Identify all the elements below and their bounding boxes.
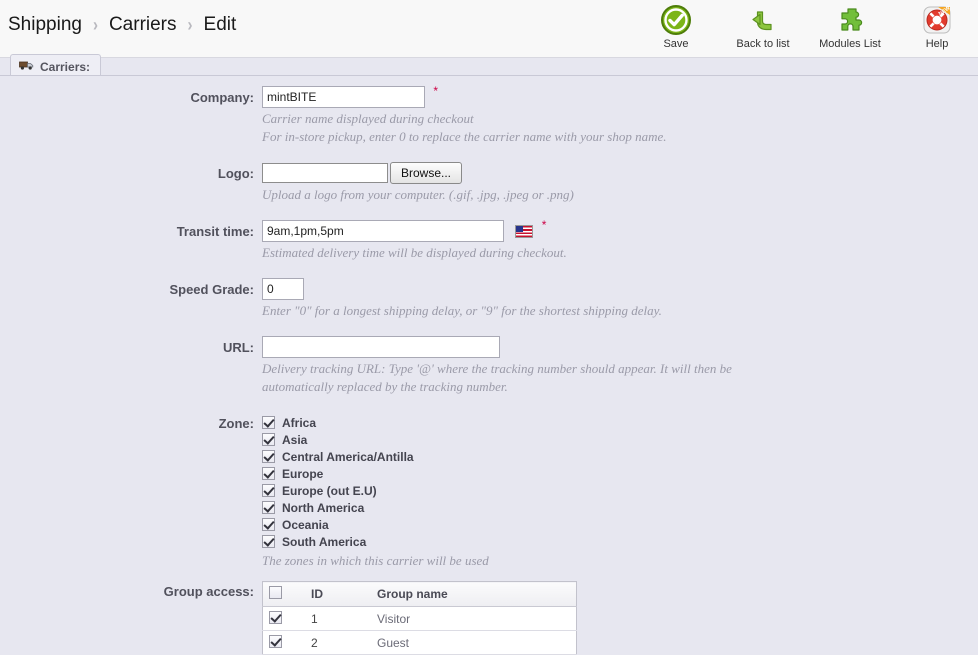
zone-label-oceania: Oceania — [282, 517, 329, 532]
tab-strip: Carriers: — [0, 54, 978, 76]
truck-icon — [19, 60, 34, 74]
group-row-checkbox-cell — [262, 606, 305, 631]
field-row-speed-grade: Speed Grade: Enter "0" for a longest shi… — [0, 278, 978, 318]
breadcrumb-item-carriers[interactable]: Carriers — [109, 14, 177, 36]
breadcrumb-item-edit: Edit — [203, 14, 237, 35]
speed-grade-input[interactable] — [262, 278, 304, 300]
zone-label-europe-out-eu: Europe (out E.U) — [282, 483, 377, 498]
logo-label: Logo: — [217, 166, 254, 181]
group-access-select-all-header — [262, 581, 305, 607]
zone-item-central-america-antilla[interactable]: Central America/Antilla — [262, 448, 978, 465]
zone-item-europe[interactable]: Europe — [262, 465, 978, 482]
group-row-checkbox-cell — [262, 630, 305, 655]
zone-checkbox-europe-out-eu[interactable] — [262, 484, 275, 497]
field-row-transit-time: Transit time: * Estimated delivery time … — [0, 218, 978, 260]
logo-hint: Upload a logo from your computer. (.gif,… — [262, 187, 574, 202]
field-row-zone: Zone: Africa Asia Central America/Antill… — [0, 412, 978, 569]
table-header-row: ID Group name — [262, 581, 577, 607]
transit-time-required-marker: * — [541, 218, 547, 232]
logo-filename-input[interactable] — [262, 163, 388, 183]
carrier-edit-form: Company: * Carrier name displayed during… — [0, 76, 978, 655]
transit-time-label: Transit time: — [176, 224, 254, 239]
save-button[interactable]: Save — [643, 3, 709, 51]
toolbar: Save Back to list Modules List NEW Help — [643, 3, 970, 51]
company-input[interactable] — [262, 86, 425, 108]
transit-time-hint: Estimated delivery time will be displaye… — [262, 245, 567, 260]
group-access-column-id: ID — [305, 581, 371, 607]
table-row[interactable]: 1 Visitor — [262, 606, 577, 631]
tab-carriers[interactable]: Carriers: — [10, 54, 102, 76]
group-access-column-name: Group name — [371, 581, 577, 607]
field-row-logo: Logo: Browse... Upload a logo from your … — [0, 162, 978, 202]
url-hint-2: automatically replaced by the tracking n… — [262, 379, 508, 394]
back-to-list-button-label: Back to list — [736, 38, 790, 50]
group-row-id: 1 — [305, 606, 371, 631]
logo-browse-button[interactable]: Browse... — [390, 162, 463, 184]
zone-item-europe-out-eu[interactable]: Europe (out E.U) — [262, 482, 978, 499]
group-row-id: 2 — [305, 630, 371, 655]
check-circle-icon — [643, 3, 709, 37]
group-row-name: Guest — [371, 630, 577, 655]
transit-time-input[interactable] — [262, 220, 504, 242]
help-button[interactable]: NEW Help — [904, 3, 970, 51]
zone-checkbox-list: Africa Asia Central America/Antilla Euro… — [262, 414, 978, 550]
company-required-marker: * — [433, 84, 439, 98]
field-row-group-access: Group access: ID Group name 1 Visitor 2 … — [0, 580, 978, 655]
logo-file-input[interactable]: Browse... — [262, 162, 978, 184]
group-row-checkbox-visitor[interactable] — [269, 610, 282, 624]
zone-item-africa[interactable]: Africa — [262, 414, 978, 431]
zone-item-north-america[interactable]: North America — [262, 499, 978, 516]
company-hint-2: For in-store pickup, enter 0 to replace … — [262, 129, 667, 144]
group-row-checkbox-guest[interactable] — [269, 634, 282, 648]
speed-grade-label: Speed Grade: — [169, 282, 254, 297]
modules-list-button-label: Modules List — [819, 38, 881, 50]
zone-checkbox-asia[interactable] — [262, 433, 275, 446]
zone-checkbox-africa[interactable] — [262, 416, 275, 429]
company-label: Company: — [190, 90, 254, 105]
zone-label: Zone: — [218, 416, 254, 431]
breadcrumb: Shipping › Carriers › Edit — [8, 14, 236, 36]
tab-carriers-label: Carriers: — [40, 60, 91, 74]
zone-checkbox-central-america-antilla[interactable] — [262, 450, 275, 463]
modules-list-button[interactable]: Modules List — [817, 3, 883, 51]
zone-label-south-america: South America — [282, 534, 367, 549]
save-button-label: Save — [663, 38, 689, 50]
zone-checkbox-south-america[interactable] — [262, 535, 275, 548]
zone-label-central-america-antilla: Central America/Antilla — [282, 449, 414, 464]
speed-grade-hint: Enter "0" for a longest shipping delay, … — [262, 303, 662, 318]
zone-checkbox-oceania[interactable] — [262, 518, 275, 531]
zone-checkbox-north-america[interactable] — [262, 501, 275, 514]
breadcrumb-separator-icon: › — [92, 14, 98, 36]
company-hint-1: Carrier name displayed during checkout — [262, 111, 474, 126]
back-to-list-button[interactable]: Back to list — [730, 3, 796, 51]
group-row-name: Visitor — [371, 606, 577, 631]
zone-label-asia: Asia — [282, 432, 308, 447]
url-input[interactable] — [262, 336, 500, 358]
group-access-label: Group access: — [163, 584, 254, 599]
zone-item-asia[interactable]: Asia — [262, 431, 978, 448]
zone-label-north-america: North America — [282, 500, 365, 515]
zone-label-europe: Europe — [282, 466, 324, 481]
life-ring-icon: NEW — [904, 3, 970, 37]
help-button-label: Help — [925, 38, 949, 50]
url-hint-1: Delivery tracking URL: Type '@' where th… — [262, 361, 732, 376]
url-label: URL: — [222, 340, 254, 355]
group-access-table: ID Group name 1 Visitor 2 Guest — [262, 581, 577, 655]
puzzle-piece-icon — [817, 3, 883, 37]
breadcrumb-separator-icon: › — [187, 14, 193, 36]
back-arrow-icon — [730, 3, 796, 37]
field-row-company: Company: * Carrier name displayed during… — [0, 84, 978, 144]
field-row-url: URL: Delivery tracking URL: Type '@' whe… — [0, 336, 978, 394]
select-all-checkbox[interactable] — [269, 586, 282, 599]
breadcrumb-item-shipping[interactable]: Shipping — [8, 14, 82, 36]
zone-label-africa: Africa — [282, 415, 317, 430]
zone-checkbox-europe[interactable] — [262, 467, 275, 480]
zone-item-oceania[interactable]: Oceania — [262, 516, 978, 533]
table-row[interactable]: 2 Guest — [262, 630, 577, 655]
page-header: Shipping › Carriers › Edit Save Back to … — [0, 0, 978, 58]
zone-item-south-america[interactable]: South America — [262, 533, 978, 550]
zone-hint: The zones in which this carrier will be … — [262, 553, 489, 568]
us-flag-icon[interactable] — [515, 224, 534, 238]
